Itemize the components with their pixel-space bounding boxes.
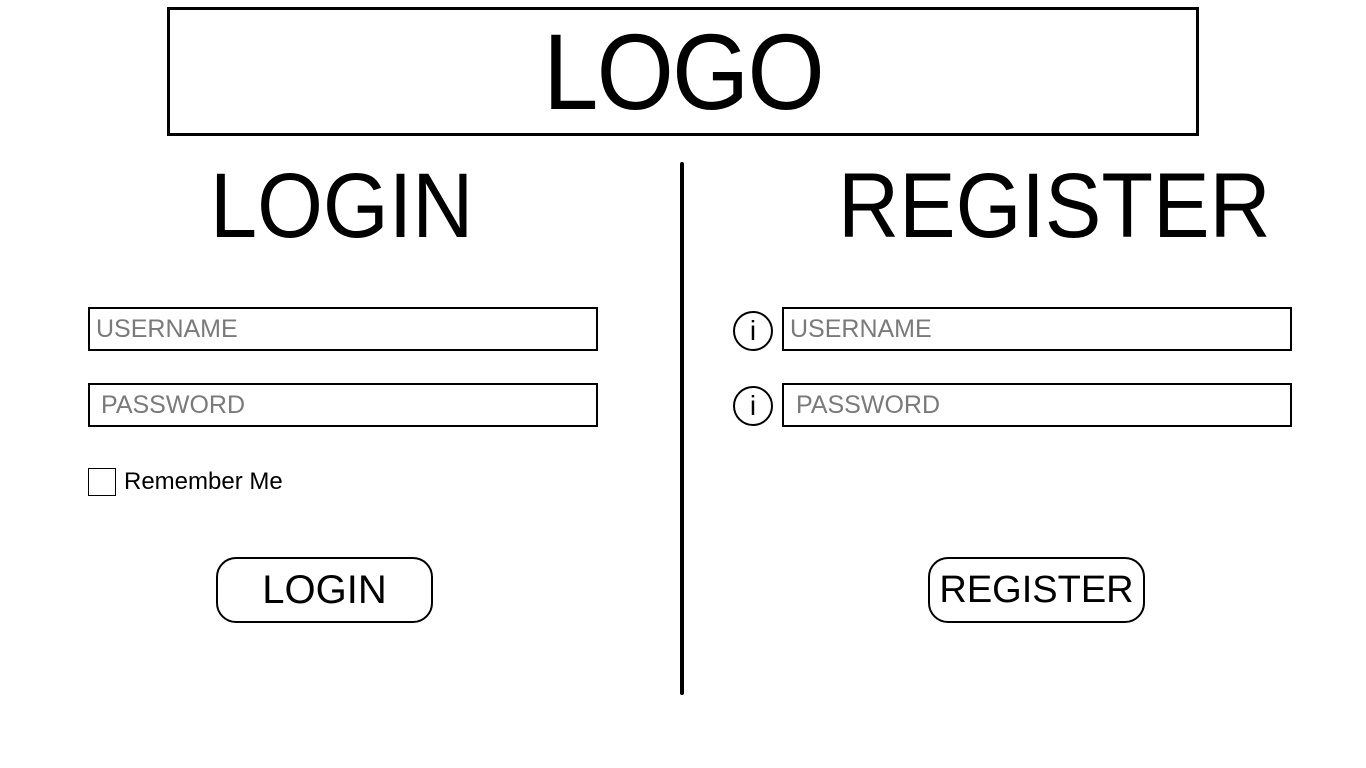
password-info-icon[interactable]: i bbox=[733, 386, 773, 426]
login-button[interactable]: LOGIN bbox=[216, 557, 433, 623]
logo-banner: LOGO bbox=[167, 7, 1199, 136]
register-username-input[interactable] bbox=[784, 309, 1290, 349]
remember-me[interactable]: Remember Me bbox=[88, 468, 283, 496]
logo-text: LOGO bbox=[543, 10, 825, 132]
login-username-field[interactable] bbox=[88, 307, 598, 351]
register-password-field[interactable] bbox=[782, 383, 1292, 427]
login-username-input[interactable] bbox=[90, 309, 596, 349]
login-password-field[interactable] bbox=[88, 383, 598, 427]
username-info-icon[interactable]: i bbox=[733, 311, 773, 351]
login-title: LOGIN bbox=[210, 155, 474, 257]
register-button[interactable]: REGISTER bbox=[928, 557, 1145, 623]
auth-page: LOGO LOGIN REGISTER Remember Me LOGIN i … bbox=[0, 0, 1366, 768]
register-title: REGISTER bbox=[838, 155, 1271, 257]
login-password-input[interactable] bbox=[90, 385, 596, 425]
section-divider bbox=[680, 162, 684, 695]
remember-me-label[interactable]: Remember Me bbox=[124, 468, 283, 496]
remember-me-checkbox[interactable] bbox=[88, 468, 116, 496]
register-password-input[interactable] bbox=[784, 385, 1290, 425]
register-username-field[interactable] bbox=[782, 307, 1292, 351]
